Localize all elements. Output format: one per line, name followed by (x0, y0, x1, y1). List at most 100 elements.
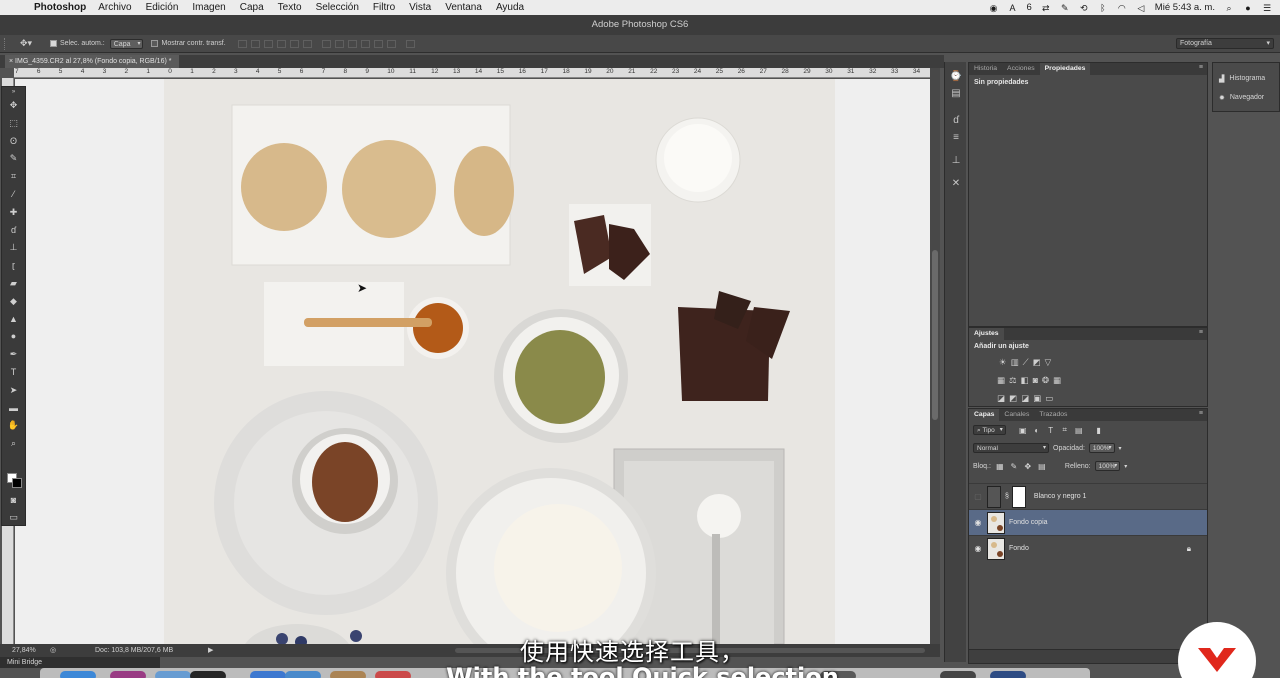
align-top-icon[interactable] (237, 39, 247, 48)
layer-link-icon[interactable]: § (1005, 493, 1009, 500)
screen-mode-icon[interactable]: ▭ (2, 509, 25, 527)
auto-select-target-dropdown[interactable]: Capa (109, 38, 144, 49)
path-selection-tool-icon[interactable]: ➤ (2, 382, 25, 400)
filter-shape-icon[interactable]: ⌗ (1060, 425, 1070, 435)
blur-tool-icon[interactable]: ▲ (2, 311, 25, 329)
clock[interactable]: Mié 5:43 a. m. (1155, 2, 1215, 13)
script-icon[interactable]: ✎ (1060, 3, 1070, 13)
actions-panel-icon[interactable]: ▤ (945, 85, 967, 102)
menu-vista[interactable]: Vista (409, 2, 431, 13)
lock-all-icon[interactable]: ▤ (1037, 462, 1047, 471)
siri-icon[interactable]: ● (1243, 3, 1253, 13)
hand-tool-icon[interactable]: ✋ (2, 417, 25, 435)
color-lookup-icon[interactable]: ▦ (1053, 375, 1061, 386)
layer-filter-dropdown[interactable]: ⌕ Tipo (973, 425, 1006, 435)
close-tab-icon[interactable]: × (9, 58, 13, 65)
filter-adjustment-icon[interactable]: ◐ (1032, 426, 1042, 435)
pen-tool-icon[interactable]: ✒ (2, 346, 25, 364)
crop-tool-icon[interactable]: ⌗ (2, 168, 25, 186)
lock-pixels-icon[interactable]: ✎ (1009, 462, 1019, 471)
layer-name[interactable]: Blanco y negro 1 (1034, 493, 1087, 500)
menu-ayuda[interactable]: Ayuda (496, 2, 524, 13)
record-icon[interactable]: ◉ (989, 3, 999, 13)
auto-align-icon[interactable] (405, 39, 415, 48)
histogram-panel-button[interactable]: ▟ Histograma (1213, 69, 1279, 88)
toolbox-collapse-icon[interactable]: » (2, 87, 25, 97)
marquee-tool-icon[interactable]: ⬚ (2, 115, 25, 133)
notification-center-icon[interactable]: ☰ (1262, 3, 1272, 13)
brush-presets-icon[interactable]: ≡ (945, 129, 967, 146)
filter-smart-icon[interactable]: ▤ (1074, 426, 1084, 435)
distribute-right-icon[interactable] (386, 39, 396, 48)
align-left-icon[interactable] (276, 39, 286, 48)
layer-name[interactable]: Fondo copia (1009, 519, 1048, 526)
type-tool-icon[interactable]: T (2, 364, 25, 382)
tab-trazados[interactable]: Trazados (1034, 409, 1072, 421)
app-name-menu[interactable]: Photoshop (34, 2, 86, 13)
tool-presets-icon[interactable]: ✕ (945, 175, 967, 192)
fill-dropdown-icon[interactable]: ▾ (1124, 463, 1127, 470)
volume-icon[interactable]: ◁ (1136, 3, 1146, 13)
layers-menu-icon[interactable]: ≡ (1199, 410, 1203, 417)
layer-mask-thumbnail[interactable] (1011, 485, 1026, 508)
threshold-icon[interactable]: ◪ (1021, 393, 1029, 404)
opacity-dropdown-icon[interactable]: ▾ (1119, 445, 1122, 452)
spotlight-icon[interactable]: ⌕ (1224, 3, 1234, 13)
selective-color-icon[interactable]: ▣ (1033, 393, 1041, 404)
align-right-icon[interactable] (302, 39, 312, 48)
sync-icon[interactable]: ⇄ (1041, 3, 1051, 13)
zoom-tool-icon[interactable]: ⌕ (2, 435, 25, 453)
filter-type-icon[interactable]: T (1046, 426, 1056, 435)
show-transform-checkbox[interactable] (151, 40, 159, 47)
tab-capas[interactable]: Capas (969, 409, 1000, 421)
align-vcenter-icon[interactable] (250, 39, 260, 48)
tab-propiedades[interactable]: Propiedades (1039, 63, 1091, 75)
vertical-scroll-thumb[interactable] (932, 250, 938, 420)
opacity-field[interactable]: 100% (1088, 443, 1115, 453)
gradient-map-icon[interactable]: ▭ (1045, 393, 1053, 404)
menu-archivo[interactable]: Archivo (98, 2, 131, 13)
brush-tool-icon[interactable]: ɗ (2, 222, 25, 240)
tab-acciones[interactable]: Acciones (1002, 63, 1040, 75)
photo-filter-icon[interactable]: ◙ (1033, 375, 1038, 385)
color-balance-icon[interactable]: ⚖ (1009, 375, 1017, 386)
eyedropper-tool-icon[interactable]: ⁄ (2, 186, 25, 204)
quick-mask-icon[interactable]: ◙ (2, 492, 25, 510)
tab-historia[interactable]: Historia (969, 63, 1002, 75)
brush-panel-icon[interactable]: ɗ (945, 112, 967, 129)
layer-visibility-icon[interactable]: ◉ (969, 544, 987, 553)
move-tool-icon[interactable]: ✥ (2, 97, 25, 115)
tab-canales[interactable]: Canales (999, 409, 1034, 421)
invert-icon[interactable]: ◪ (997, 393, 1005, 404)
hue-saturation-icon[interactable]: ▦ (997, 375, 1005, 386)
menu-imagen[interactable]: Imagen (192, 2, 225, 13)
menu-seleccion[interactable]: Selección (316, 2, 359, 13)
auto-select-checkbox[interactable] (50, 40, 57, 47)
history-brush-tool-icon[interactable]: ɽ (2, 257, 25, 275)
clone-stamp-tool-icon[interactable]: ⊥ (2, 239, 25, 257)
navigator-panel-button[interactable]: ✹ Navegador (1213, 88, 1279, 107)
distribute-top-icon[interactable] (321, 39, 331, 48)
menu-texto[interactable]: Texto (278, 2, 302, 13)
distribute-hcenter-icon[interactable] (373, 39, 383, 48)
clone-source-icon[interactable]: ⊥ (945, 152, 967, 169)
document-tab[interactable]: × IMG_4359.CR2 al 27,8% (Fondo copia, RG… (5, 55, 180, 68)
filter-toggle-icon[interactable]: ▮ (1094, 426, 1104, 435)
adjustments-menu-icon[interactable]: ≡ (1199, 329, 1203, 336)
brightness-contrast-icon[interactable]: ☀ (999, 357, 1007, 368)
document-image[interactable] (164, 79, 835, 644)
adobe-icon[interactable]: A (1008, 3, 1018, 13)
layer-visibility-off-icon[interactable]: ▢ (969, 492, 987, 501)
tab-ajustes[interactable]: Ajustes (969, 328, 1004, 340)
move-tool-preset-icon[interactable]: ✥▾ (20, 38, 42, 49)
history-panel-icon[interactable]: ⌚ (945, 68, 967, 85)
background-color-swatch[interactable] (12, 478, 22, 488)
posterize-icon[interactable]: ◩ (1009, 393, 1017, 404)
blend-mode-dropdown[interactable]: Normal (973, 443, 1049, 453)
workspace-dropdown[interactable]: Fotografía (1176, 38, 1274, 49)
rectangle-tool-icon[interactable]: ▬ (2, 400, 25, 418)
wifi-icon[interactable]: ◠ (1117, 3, 1127, 13)
panel-menu-icon[interactable]: ≡ (1199, 64, 1203, 71)
layer-visibility-icon[interactable]: ◉ (969, 518, 987, 527)
distribute-left-icon[interactable] (360, 39, 370, 48)
